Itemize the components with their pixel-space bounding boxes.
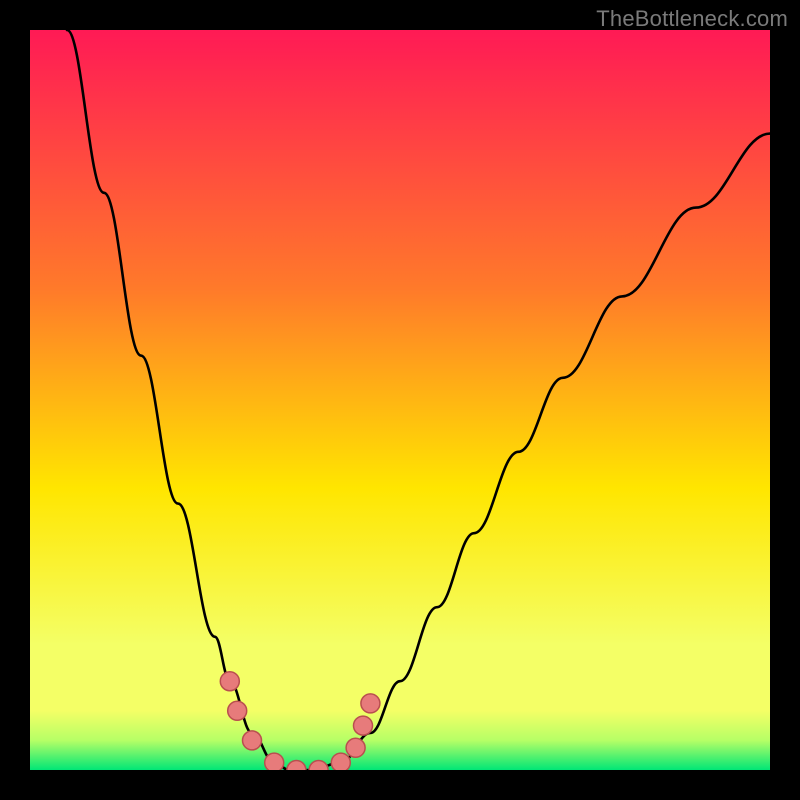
data-marker xyxy=(361,694,380,713)
data-marker xyxy=(220,672,239,691)
data-marker xyxy=(265,753,284,770)
data-marker xyxy=(331,753,350,770)
data-marker xyxy=(228,701,247,720)
chart-svg xyxy=(30,30,770,770)
bottleneck-chart xyxy=(30,30,770,770)
chart-frame: TheBottleneck.com xyxy=(0,0,800,800)
data-marker xyxy=(346,738,365,757)
watermark-text: TheBottleneck.com xyxy=(596,6,788,32)
data-marker xyxy=(243,731,262,750)
data-marker xyxy=(354,716,373,735)
gradient-background xyxy=(30,30,770,770)
